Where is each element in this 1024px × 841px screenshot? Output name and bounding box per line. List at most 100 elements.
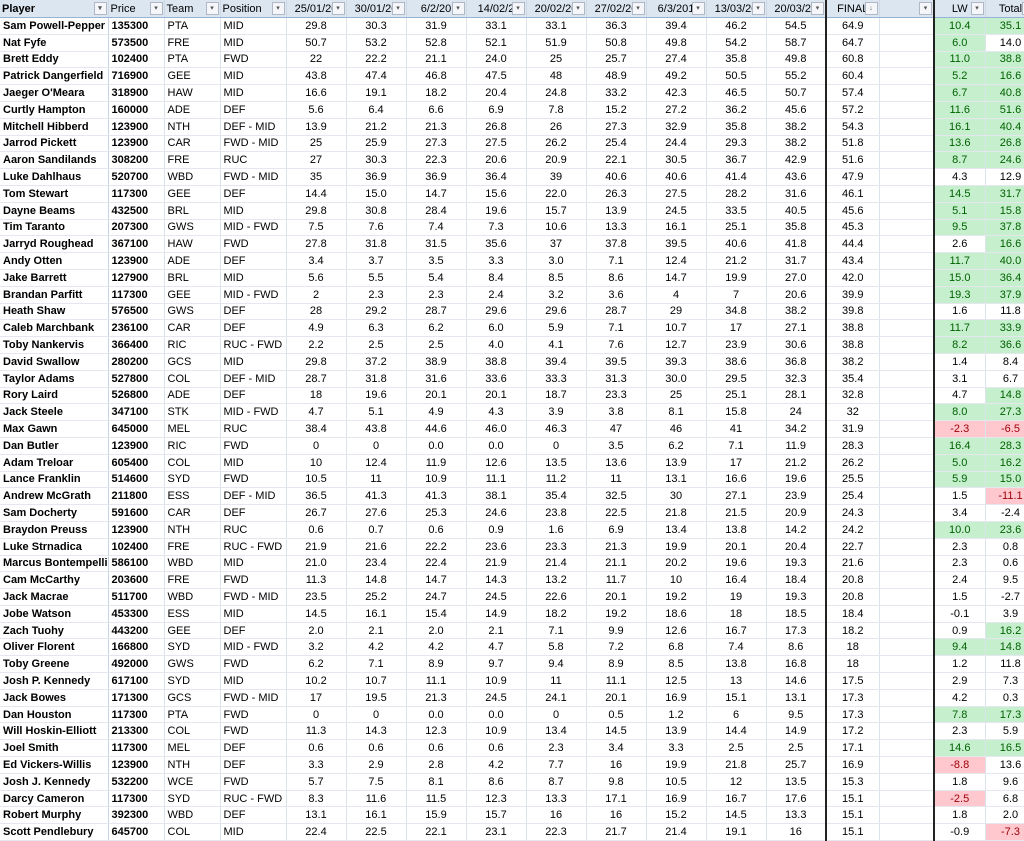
price-cell[interactable]: 207300 bbox=[108, 219, 164, 236]
week-score-cell[interactable]: 34.2 bbox=[766, 421, 826, 438]
week-score-cell[interactable]: 52.8 bbox=[406, 34, 466, 51]
position-cell[interactable]: RUC bbox=[220, 152, 286, 169]
total-cell[interactable]: -6.5 bbox=[985, 421, 1024, 438]
team-cell[interactable]: ADE bbox=[164, 253, 220, 270]
week-score-cell[interactable]: 40.5 bbox=[766, 202, 826, 219]
blank-cell[interactable] bbox=[879, 740, 934, 757]
week-score-cell[interactable]: 11.1 bbox=[406, 673, 466, 690]
week-score-cell[interactable]: 19.6 bbox=[346, 387, 406, 404]
total-cell[interactable]: -2.7 bbox=[985, 589, 1024, 606]
position-cell[interactable]: DEF bbox=[220, 505, 286, 522]
blank-cell[interactable] bbox=[879, 337, 934, 354]
price-cell[interactable]: 280200 bbox=[108, 353, 164, 370]
final-cell[interactable]: 24.3 bbox=[826, 505, 879, 522]
week-score-cell[interactable]: 35.4 bbox=[526, 488, 586, 505]
week-score-cell[interactable]: 14.3 bbox=[466, 572, 526, 589]
final-cell[interactable]: 31.9 bbox=[826, 421, 879, 438]
week-score-cell[interactable]: 21.0 bbox=[286, 555, 346, 572]
week-score-cell[interactable]: 49.8 bbox=[766, 51, 826, 68]
week-score-cell[interactable]: 6.2 bbox=[646, 437, 706, 454]
week-score-cell[interactable]: 31.8 bbox=[346, 236, 406, 253]
player-cell[interactable]: Scott Pendlebury bbox=[0, 824, 108, 841]
week-score-cell[interactable]: 13.4 bbox=[526, 723, 586, 740]
week-score-cell[interactable]: 42.3 bbox=[646, 85, 706, 102]
price-cell[interactable]: 716900 bbox=[108, 68, 164, 85]
week-score-cell[interactable]: 7.3 bbox=[466, 219, 526, 236]
price-cell[interactable]: 432500 bbox=[108, 202, 164, 219]
week-score-cell[interactable]: 43.8 bbox=[286, 68, 346, 85]
position-cell[interactable]: DEF - MID bbox=[220, 488, 286, 505]
column-header-25-01-20[interactable]: 25/01/20▾ bbox=[286, 0, 346, 18]
week-score-cell[interactable]: 17.1 bbox=[586, 790, 646, 807]
week-score-cell[interactable]: 8.3 bbox=[286, 790, 346, 807]
week-score-cell[interactable]: 24.5 bbox=[466, 689, 526, 706]
team-cell[interactable]: BRL bbox=[164, 269, 220, 286]
week-score-cell[interactable]: 13.8 bbox=[706, 521, 766, 538]
filter-dropdown-icon[interactable]: ▾ bbox=[150, 2, 163, 15]
week-score-cell[interactable]: 39.5 bbox=[586, 353, 646, 370]
week-score-cell[interactable]: 7.4 bbox=[706, 639, 766, 656]
team-cell[interactable]: WBD bbox=[164, 807, 220, 824]
week-score-cell[interactable]: 38.4 bbox=[286, 421, 346, 438]
week-score-cell[interactable]: 13.1 bbox=[286, 807, 346, 824]
week-score-cell[interactable]: 22.4 bbox=[406, 555, 466, 572]
week-score-cell[interactable]: 6.2 bbox=[406, 320, 466, 337]
blank-cell[interactable] bbox=[879, 303, 934, 320]
blank-cell[interactable] bbox=[879, 152, 934, 169]
week-score-cell[interactable]: 25.7 bbox=[766, 757, 826, 774]
week-score-cell[interactable]: 58.7 bbox=[766, 34, 826, 51]
week-score-cell[interactable]: 16.9 bbox=[646, 790, 706, 807]
week-score-cell[interactable]: 18 bbox=[286, 387, 346, 404]
week-score-cell[interactable]: 7.4 bbox=[406, 219, 466, 236]
week-score-cell[interactable]: 17 bbox=[706, 320, 766, 337]
week-score-cell[interactable]: 4.2 bbox=[466, 757, 526, 774]
column-header-final[interactable]: FINAL↓ bbox=[826, 0, 879, 18]
team-cell[interactable]: PTA bbox=[164, 706, 220, 723]
week-score-cell[interactable]: 7.2 bbox=[586, 639, 646, 656]
week-score-cell[interactable]: 27.4 bbox=[646, 51, 706, 68]
week-score-cell[interactable]: 24.4 bbox=[646, 135, 706, 152]
week-score-cell[interactable]: 25 bbox=[526, 51, 586, 68]
week-score-cell[interactable]: 2 bbox=[286, 286, 346, 303]
week-score-cell[interactable]: 14.5 bbox=[706, 807, 766, 824]
week-score-cell[interactable]: 29.5 bbox=[706, 370, 766, 387]
final-cell[interactable]: 45.6 bbox=[826, 202, 879, 219]
blank-cell[interactable] bbox=[879, 639, 934, 656]
week-score-cell[interactable]: 24.0 bbox=[466, 51, 526, 68]
week-score-cell[interactable]: 10.6 bbox=[526, 219, 586, 236]
blank-cell[interactable] bbox=[879, 118, 934, 135]
position-cell[interactable]: MID bbox=[220, 85, 286, 102]
week-score-cell[interactable]: 26.8 bbox=[466, 118, 526, 135]
week-score-cell[interactable]: 5.1 bbox=[346, 404, 406, 421]
week-score-cell[interactable]: 49.2 bbox=[646, 68, 706, 85]
total-cell[interactable]: 51.6 bbox=[985, 101, 1024, 118]
price-cell[interactable]: 573500 bbox=[108, 34, 164, 51]
column-header-6-3-201[interactable]: 6/3/201▾ bbox=[646, 0, 706, 18]
lw-cell[interactable]: 7.8 bbox=[934, 706, 985, 723]
week-score-cell[interactable]: 44.6 bbox=[406, 421, 466, 438]
lw-cell[interactable]: 10.4 bbox=[934, 18, 985, 35]
position-cell[interactable]: RUC - FWD bbox=[220, 538, 286, 555]
blank-cell[interactable] bbox=[879, 605, 934, 622]
total-cell[interactable]: 27.3 bbox=[985, 404, 1024, 421]
price-cell[interactable]: 492000 bbox=[108, 656, 164, 673]
week-score-cell[interactable]: 3.8 bbox=[586, 404, 646, 421]
week-score-cell[interactable]: 32.9 bbox=[646, 118, 706, 135]
week-score-cell[interactable]: 31.9 bbox=[406, 18, 466, 35]
blank-cell[interactable] bbox=[879, 51, 934, 68]
player-cell[interactable]: Mitchell Hibberd bbox=[0, 118, 108, 135]
player-cell[interactable]: Sam Docherty bbox=[0, 505, 108, 522]
player-cell[interactable]: Curtly Hampton bbox=[0, 101, 108, 118]
week-score-cell[interactable]: 8.9 bbox=[586, 656, 646, 673]
price-cell[interactable]: 645000 bbox=[108, 421, 164, 438]
total-cell[interactable]: 31.7 bbox=[985, 185, 1024, 202]
final-cell[interactable]: 22.7 bbox=[826, 538, 879, 555]
team-cell[interactable]: WBD bbox=[164, 555, 220, 572]
week-score-cell[interactable]: 18.7 bbox=[526, 387, 586, 404]
team-cell[interactable]: BRL bbox=[164, 202, 220, 219]
blank-cell[interactable] bbox=[879, 18, 934, 35]
week-score-cell[interactable]: 2.9 bbox=[346, 757, 406, 774]
team-cell[interactable]: CAR bbox=[164, 135, 220, 152]
week-score-cell[interactable]: 0.6 bbox=[286, 521, 346, 538]
week-score-cell[interactable]: 21.3 bbox=[406, 118, 466, 135]
